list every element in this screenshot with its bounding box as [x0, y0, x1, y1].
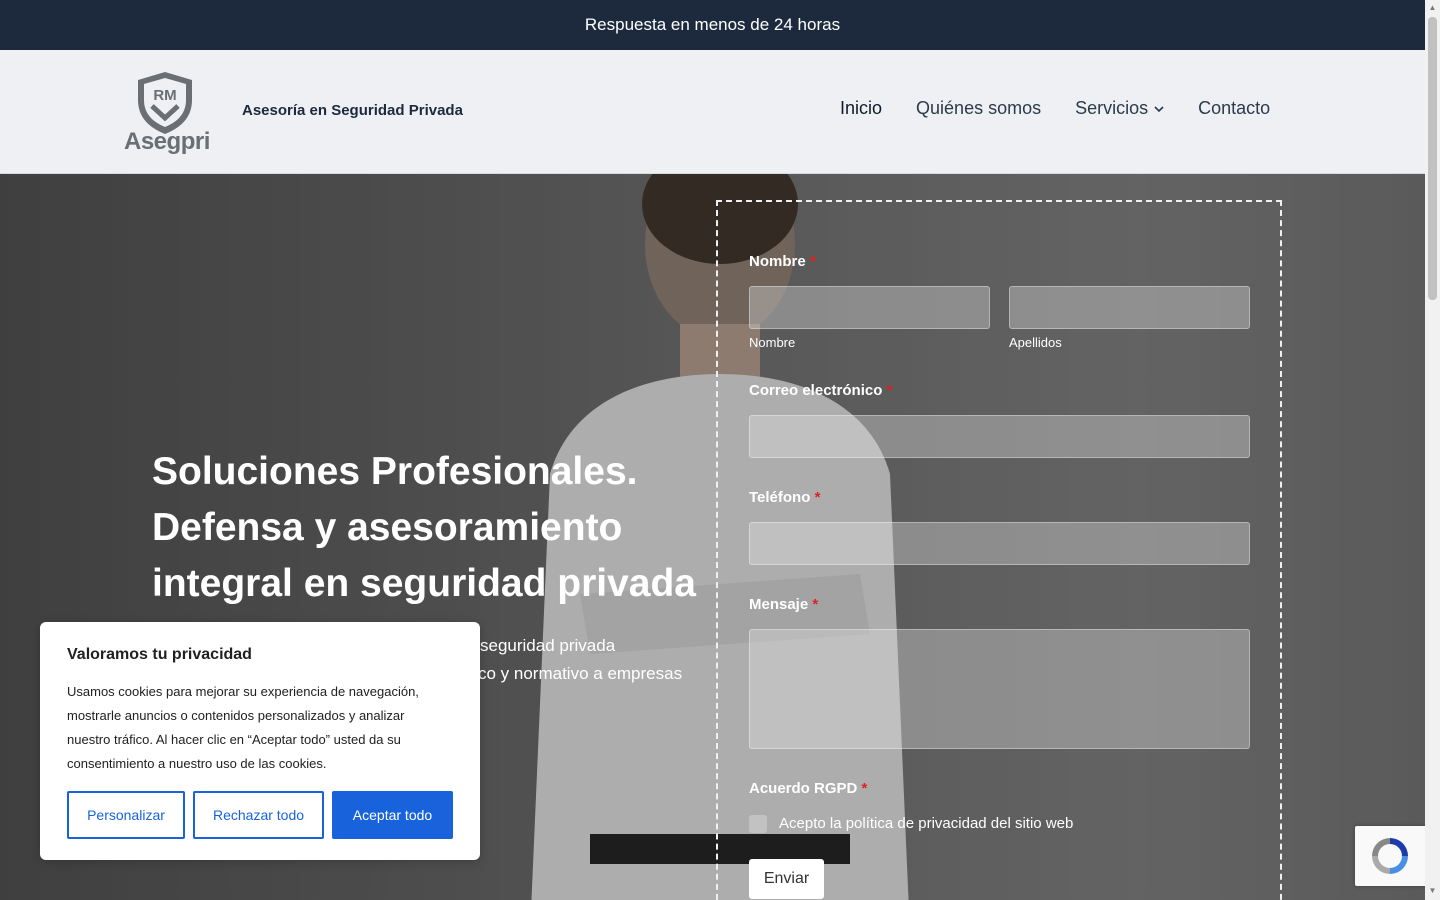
last-name-sublabel: Apellidos	[1009, 335, 1062, 350]
first-name-sublabel: Nombre	[749, 335, 796, 350]
message-label: Mensaje *	[749, 596, 819, 613]
scrollbar-thumb[interactable]	[1428, 17, 1437, 300]
cookie-accept-button[interactable]: Aceptar todo	[332, 791, 453, 839]
site-header: RM Asegpri Asesoría en Seguridad Privada…	[0, 50, 1425, 174]
email-input[interactable]	[749, 415, 1250, 458]
name-label: Nombre *	[749, 253, 816, 270]
contact-form: Nombre * Nombre Apellidos Correo electró…	[716, 200, 1282, 900]
cookie-title: Valoramos tu privacidad	[67, 646, 252, 663]
email-label: Correo electrónico *	[749, 382, 893, 399]
recaptcha-icon	[1372, 838, 1408, 874]
main-nav: Inicio Quiénes somos Servicios Contacto	[840, 98, 1270, 119]
logo-text[interactable]: Asegpri	[124, 128, 210, 156]
phone-label: Teléfono *	[749, 489, 821, 506]
gdpr-checkbox-label[interactable]: Acepto la política de privacidad del sit…	[779, 815, 1073, 832]
site-tagline: Asesoría en Seguridad Privada	[242, 102, 463, 119]
first-name-input[interactable]	[749, 286, 990, 329]
nav-item-quienes-somos[interactable]: Quiénes somos	[916, 98, 1041, 119]
page-scrollbar[interactable]: ▲ ▼	[1425, 0, 1440, 900]
submit-button[interactable]: Enviar	[749, 859, 824, 899]
announcement-bar: Respuesta en menos de 24 horas	[0, 0, 1425, 50]
cookie-consent-banner: Valoramos tu privacidad Usamos cookies p…	[40, 622, 480, 860]
scroll-up-icon[interactable]: ▲	[1428, 3, 1437, 12]
nav-item-inicio[interactable]: Inicio	[840, 98, 882, 119]
phone-input[interactable]	[749, 522, 1250, 565]
announcement-text: Respuesta en menos de 24 horas	[584, 15, 841, 34]
chevron-down-icon	[1154, 105, 1164, 112]
gdpr-checkbox[interactable]	[749, 815, 767, 833]
last-name-input[interactable]	[1009, 286, 1250, 329]
scroll-down-icon[interactable]: ▼	[1428, 886, 1437, 895]
recaptcha-badge[interactable]	[1355, 826, 1425, 886]
logo-monogram: RM	[153, 87, 176, 104]
cookie-reject-button[interactable]: Rechazar todo	[193, 791, 324, 839]
cookie-description: Usamos cookies para mejorar su experienc…	[67, 684, 419, 771]
cookie-customize-button[interactable]: Personalizar	[67, 791, 185, 839]
nav-item-servicios[interactable]: Servicios	[1075, 98, 1164, 119]
message-textarea[interactable]	[749, 629, 1250, 749]
hero-title: Soluciones Profesionales. Defensa y ases…	[152, 450, 696, 605]
nav-item-contacto[interactable]: Contacto	[1198, 98, 1270, 119]
gdpr-label: Acuerdo RGPD *	[749, 780, 868, 797]
